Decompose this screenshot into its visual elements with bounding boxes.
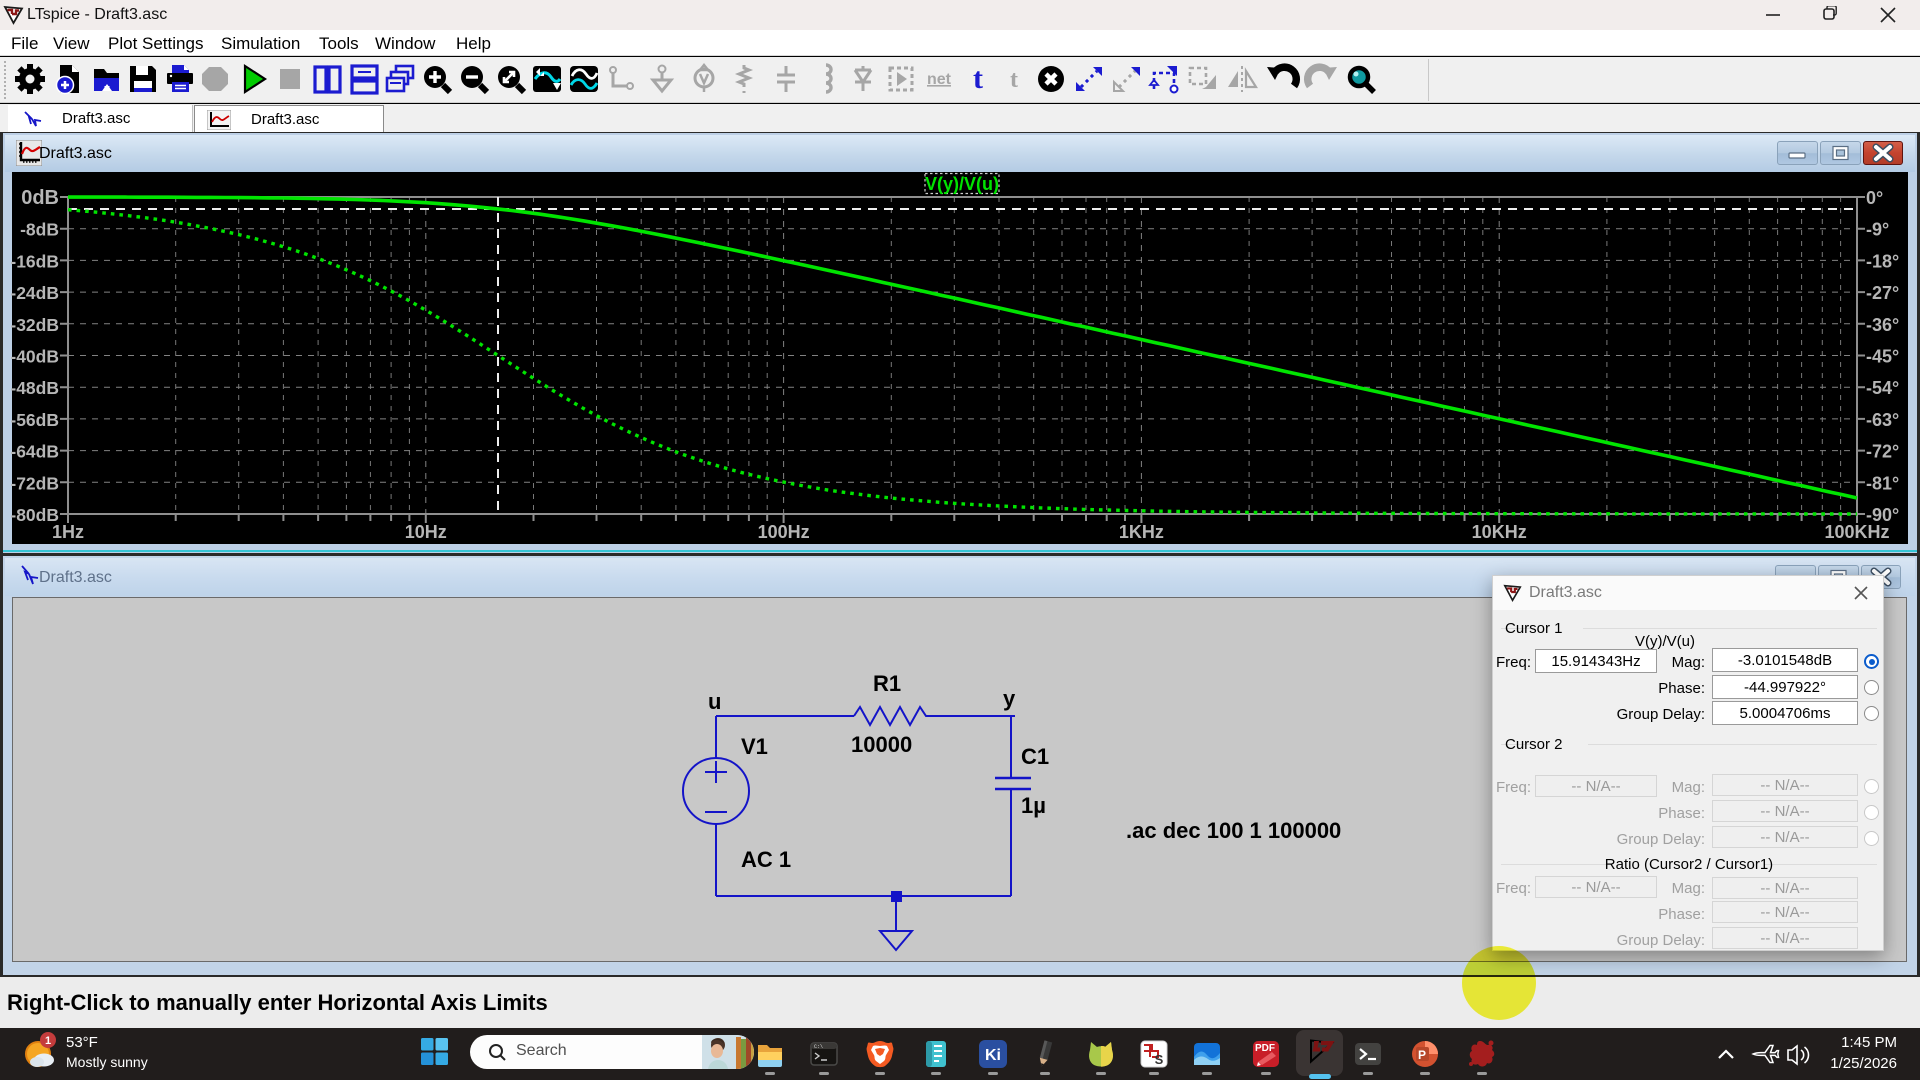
svg-text:1KHz: 1KHz — [1119, 522, 1164, 542]
svg-text:10KHz: 10KHz — [1472, 522, 1527, 542]
svg-text:-18°: -18° — [1866, 251, 1899, 271]
svg-text:t: t — [973, 62, 983, 95]
svg-text:V(y)/V(u): V(y)/V(u) — [925, 174, 999, 194]
svg-text:-72°: -72° — [1866, 442, 1899, 462]
svg-text:-81°: -81° — [1866, 473, 1899, 493]
svg-text:-63°: -63° — [1866, 410, 1899, 430]
svg-text:1: 1 — [45, 1035, 51, 1047]
svg-text:-48dB: -48dB — [10, 378, 59, 398]
svg-text:-56dB: -56dB — [10, 410, 59, 430]
svg-text:Ki: Ki — [985, 1047, 1001, 1064]
svg-text:100KHz: 100KHz — [1824, 522, 1889, 542]
svg-text:-24dB: -24dB — [10, 283, 59, 303]
svg-text:-16dB: -16dB — [10, 251, 59, 271]
svg-text:P: P — [1418, 1048, 1426, 1062]
svg-text:-27°: -27° — [1866, 283, 1899, 303]
svg-text:-72dB: -72dB — [10, 473, 59, 493]
svg-text:-32dB: -32dB — [10, 315, 59, 335]
svg-text:0dB: 0dB — [21, 187, 59, 209]
svg-text:-45°: -45° — [1866, 347, 1899, 367]
svg-text:t: t — [1010, 67, 1018, 93]
svg-text:net: net — [927, 71, 952, 88]
svg-text:-9°: -9° — [1866, 220, 1889, 240]
svg-text:-54°: -54° — [1866, 378, 1899, 398]
svg-text:S: S — [1155, 1052, 1164, 1067]
svg-text:-8dB: -8dB — [20, 220, 59, 240]
svg-text:0°: 0° — [1866, 188, 1883, 208]
svg-text:-36°: -36° — [1866, 315, 1899, 335]
svg-text:100Hz: 100Hz — [758, 522, 810, 542]
svg-text:-64dB: -64dB — [10, 442, 59, 462]
svg-text:C:\: C:\ — [814, 1044, 823, 1050]
svg-text:-40dB: -40dB — [10, 347, 59, 367]
svg-text:10Hz: 10Hz — [405, 522, 447, 542]
svg-text:1Hz: 1Hz — [52, 522, 84, 542]
